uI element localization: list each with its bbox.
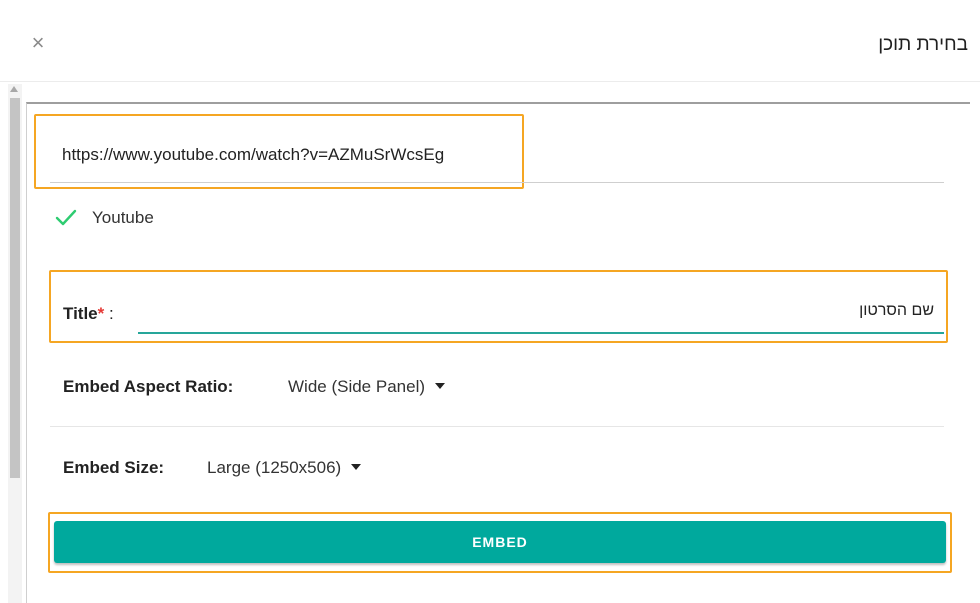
title-label-text: Title <box>63 304 98 323</box>
dialog-title: בחירת תוכן <box>878 34 968 55</box>
chevron-down-icon <box>351 463 362 470</box>
embed-size-label: Embed Size: <box>63 458 165 477</box>
aspect-ratio-label: Embed Aspect Ratio: <box>63 377 234 396</box>
title-input[interactable] <box>140 302 934 320</box>
title-label: Title* : <box>63 304 114 324</box>
url-underline <box>50 182 944 183</box>
title-separator: : <box>104 304 114 323</box>
embed-button[interactable]: EMBED <box>54 521 946 563</box>
check-icon <box>55 209 77 226</box>
aspect-ratio-select[interactable]: Wide (Side Panel) <box>288 377 446 397</box>
provider-label: Youtube <box>92 208 154 227</box>
url-input[interactable] <box>62 145 522 165</box>
scrollbar[interactable] <box>8 84 22 603</box>
title-underline <box>138 332 944 334</box>
divider <box>50 426 944 427</box>
chevron-down-icon <box>435 382 446 389</box>
close-icon[interactable]: × <box>28 32 48 54</box>
aspect-ratio-value: Wide (Side Panel) <box>288 377 426 396</box>
scroll-thumb[interactable] <box>10 98 20 478</box>
embed-size-select[interactable]: Large (1250x506) <box>207 458 362 478</box>
embed-size-value: Large (1250x506) <box>207 458 342 477</box>
dialog-header: × בחירת תוכן <box>0 0 980 82</box>
scroll-up-arrow-icon[interactable] <box>10 86 18 92</box>
